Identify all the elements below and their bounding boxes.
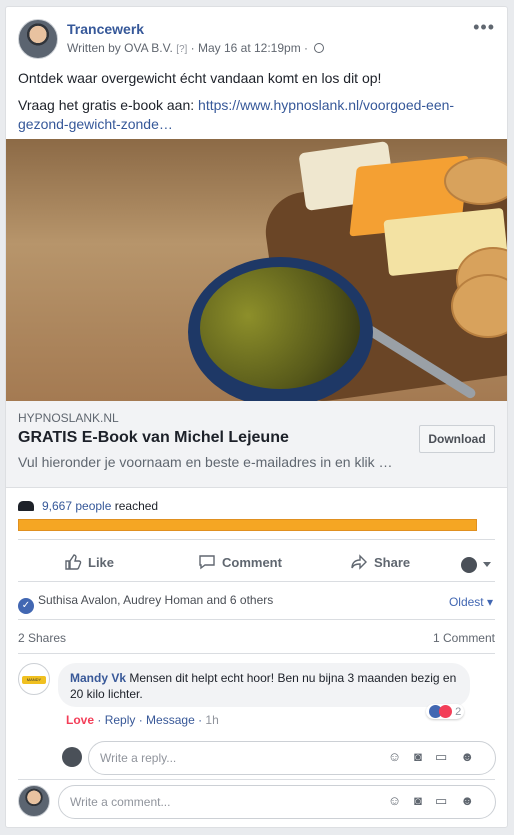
- comment-bubble-icon: [199, 555, 215, 570]
- link-domain: HYPNOSLANK.NL: [18, 411, 119, 425]
- share-button[interactable]: Share: [350, 553, 410, 571]
- reach-count[interactable]: 9,667 people: [42, 499, 111, 513]
- post-text: Ontdek waar overgewicht écht vandaan kom…: [18, 69, 495, 142]
- sort-comments-dropdown[interactable]: Oldest ▾: [449, 595, 493, 609]
- reply-placeholder: Write a reply...: [100, 751, 177, 765]
- globe-icon: [314, 43, 325, 53]
- separator: ·: [194, 713, 206, 727]
- link-description: Vul hieronder je voornaam en beste e-mai…: [18, 454, 393, 470]
- thumbs-up-icon: [65, 554, 82, 570]
- comment-placeholder: Write a comment...: [70, 795, 171, 809]
- comment-input-icons: ☺◙▭☻: [388, 793, 487, 809]
- post-image[interactable]: [6, 139, 507, 401]
- chevron-down-icon[interactable]: [483, 562, 491, 567]
- camera-icon[interactable]: ◙: [414, 793, 435, 808]
- link-preview[interactable]: HYPNOSLANK.NL GRATIS E-Book van Michel L…: [6, 401, 507, 488]
- action-bar: Like Comment Share: [18, 547, 495, 579]
- like-button[interactable]: Like: [64, 553, 114, 571]
- likes-text: Suthisa Avalon, Audrey Homan and 6 other…: [38, 593, 274, 607]
- post-card: Trancewerk Written by OVA B.V. [?] · May…: [5, 6, 508, 828]
- post-meta: Written by OVA B.V. [?] · May 16 at 12:1…: [67, 41, 325, 55]
- like-label: Like: [88, 555, 115, 570]
- comment-author[interactable]: Mandy Vk: [70, 671, 126, 685]
- commenter-avatar-tag: MANDY: [22, 676, 46, 684]
- help-mark[interactable]: [?]: [176, 44, 187, 55]
- share-label: Share: [374, 555, 411, 570]
- divider: [18, 539, 495, 540]
- post-header: Trancewerk Written by OVA B.V. [?] · May…: [18, 17, 495, 59]
- comment-message-button[interactable]: Message: [146, 713, 195, 727]
- comment-label: Comment: [222, 555, 282, 570]
- post-text-line2: Vraag het gratis e-book aan: https://www…: [18, 96, 495, 134]
- separator: ·: [94, 713, 105, 727]
- reach-stats: 9,667 people reached: [18, 499, 158, 513]
- comment-reaction-count: 2: [455, 706, 462, 718]
- comment-input[interactable]: Write a comment... ☺◙▭☻: [58, 785, 496, 819]
- my-avatar: [18, 785, 50, 817]
- comment-button[interactable]: Comment: [198, 553, 282, 571]
- download-button[interactable]: Download: [419, 425, 495, 453]
- written-by-label: Written by: [67, 41, 125, 55]
- comment-actions: Love · Reply · Message · 1h: [66, 713, 219, 727]
- comment-love-button[interactable]: Love: [66, 713, 94, 727]
- reach-bar: [18, 519, 477, 531]
- link-title[interactable]: GRATIS E-Book van Michel Lejeune: [18, 429, 289, 447]
- sticker-icon[interactable]: ☻: [460, 749, 487, 764]
- actor-selector-avatar[interactable]: [461, 557, 477, 573]
- divider: [18, 619, 495, 620]
- more-options-icon[interactable]: •••: [473, 17, 495, 38]
- page-avatar[interactable]: [18, 19, 58, 59]
- comment-bubble: Mandy Vk Mensen dit helpt echt hoor! Ben…: [58, 663, 470, 707]
- post-text-line1: Ontdek waar overgewicht écht vandaan kom…: [18, 70, 382, 86]
- author-link[interactable]: OVA B.V.: [124, 41, 173, 55]
- post-date[interactable]: · May 16 at 12:19pm ·: [187, 41, 311, 55]
- post-text-prefix: Vraag het gratis e-book aan:: [18, 97, 199, 113]
- comment-reactions[interactable]: 2: [426, 704, 465, 719]
- comments-count[interactable]: 1 Comment: [433, 631, 495, 645]
- commenter-avatar[interactable]: MANDY: [18, 663, 50, 695]
- shares-count[interactable]: 2 Shares: [18, 631, 66, 645]
- olives: [200, 267, 360, 389]
- comment-time[interactable]: 1h: [205, 713, 218, 727]
- separator: ·: [135, 713, 147, 727]
- page-name[interactable]: Trancewerk: [67, 21, 144, 37]
- emoji-icon[interactable]: ☺: [388, 793, 414, 808]
- people-icon: [18, 501, 34, 511]
- divider: [18, 779, 495, 780]
- reply-input[interactable]: Write a reply... ☺◙▭☻: [88, 741, 496, 775]
- divider: [18, 581, 495, 582]
- comment-text: Mensen dit helpt echt hoor! Ben nu bijna…: [70, 671, 457, 701]
- gif-icon[interactable]: ▭: [435, 793, 460, 808]
- comment-reply-button[interactable]: Reply: [105, 713, 136, 727]
- emoji-icon[interactable]: ☺: [388, 749, 414, 764]
- share-arrow-icon: [351, 554, 367, 570]
- love-reaction-icon: [439, 705, 452, 718]
- sticker-icon[interactable]: ☻: [460, 793, 487, 808]
- likes-summary[interactable]: ✓ Suthisa Avalon, Audrey Homan and 6 othe…: [18, 593, 273, 614]
- reach-suffix: reached: [111, 499, 159, 513]
- divider: [18, 653, 495, 654]
- like-reaction-icon: ✓: [18, 598, 34, 614]
- camera-icon[interactable]: ◙: [414, 749, 435, 764]
- reply-input-icons: ☺◙▭☻: [388, 749, 487, 765]
- reply-avatar: [62, 747, 82, 767]
- gif-icon[interactable]: ▭: [435, 749, 460, 764]
